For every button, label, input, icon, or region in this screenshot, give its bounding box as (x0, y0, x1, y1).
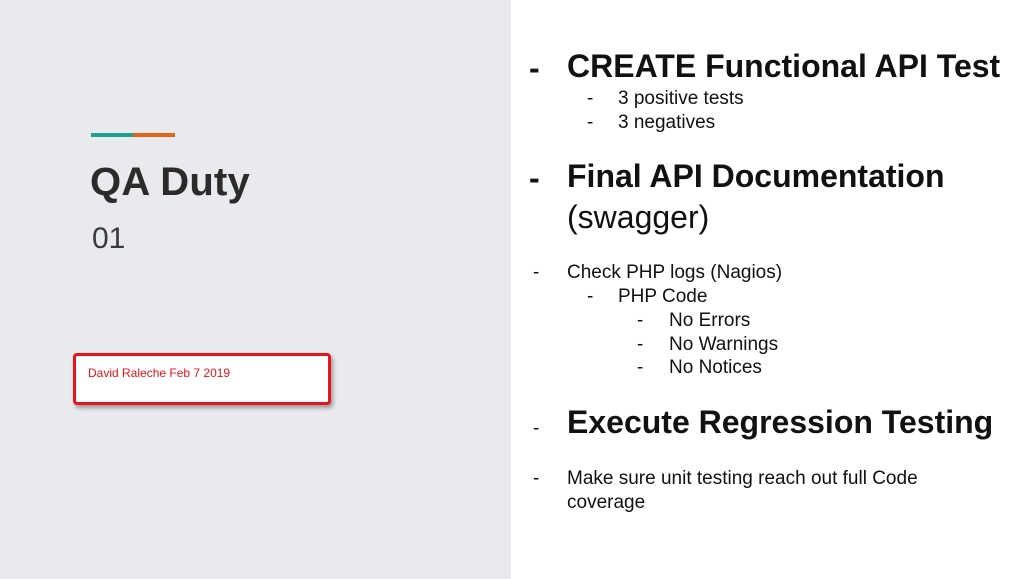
bullet-check-php-logs: Check PHP logs (Nagios) (567, 262, 783, 283)
sub-bullet-dash: - (587, 88, 594, 109)
slide: QA Duty 01 David Raleche Feb 7 2019 - CR… (0, 0, 1024, 579)
accent-bar-orange (133, 133, 175, 137)
bullet-create-test: CREATE Functional API Test (567, 48, 1001, 84)
sub-sub-bullet-dash: - (637, 334, 644, 355)
sub-sub-bullet-no-notices: No Notices (669, 357, 762, 378)
sub-sub-bullet-dash: - (637, 310, 644, 331)
sub-sub-bullet-dash: - (637, 357, 644, 378)
sub-bullet-positive-tests: 3 positive tests (618, 88, 744, 109)
author-annotation-box: David Raleche Feb 7 2019 (73, 353, 331, 405)
accent-bar-teal (91, 133, 133, 137)
slide-subtitle: 01 (92, 222, 126, 255)
bullet-dash: - (533, 468, 540, 489)
left-panel: QA Duty 01 David Raleche Feb 7 2019 (0, 0, 511, 579)
bullet-dash: - (533, 418, 540, 439)
bullet-swagger: (swagger) (567, 199, 710, 235)
sub-sub-bullet-no-warnings: No Warnings (669, 334, 779, 355)
sub-bullet-dash: - (587, 286, 594, 307)
bullet-final-api-doc: Final API Documentation (567, 158, 945, 194)
sub-bullet-negatives: 3 negatives (618, 112, 716, 133)
slide-title: QA Duty (90, 160, 250, 204)
author-annotation-text: David Raleche Feb 7 2019 (88, 366, 231, 380)
bullet-regression: Execute Regression Testing (567, 404, 994, 440)
bullet-unit-testing-line2: coverage (567, 492, 646, 513)
sub-bullet-dash: - (587, 112, 594, 133)
content-panel: - CREATE Functional API Test - 3 positiv… (511, 0, 1024, 579)
bullet-dash: - (533, 262, 540, 283)
bullet-dash: - (529, 50, 540, 86)
bullet-unit-testing-line1: Make sure unit testing reach out full Co… (567, 468, 918, 489)
sub-bullet-php-code: PHP Code (618, 286, 708, 307)
bullet-dash: - (529, 160, 540, 196)
sub-sub-bullet-no-errors: No Errors (669, 310, 751, 331)
